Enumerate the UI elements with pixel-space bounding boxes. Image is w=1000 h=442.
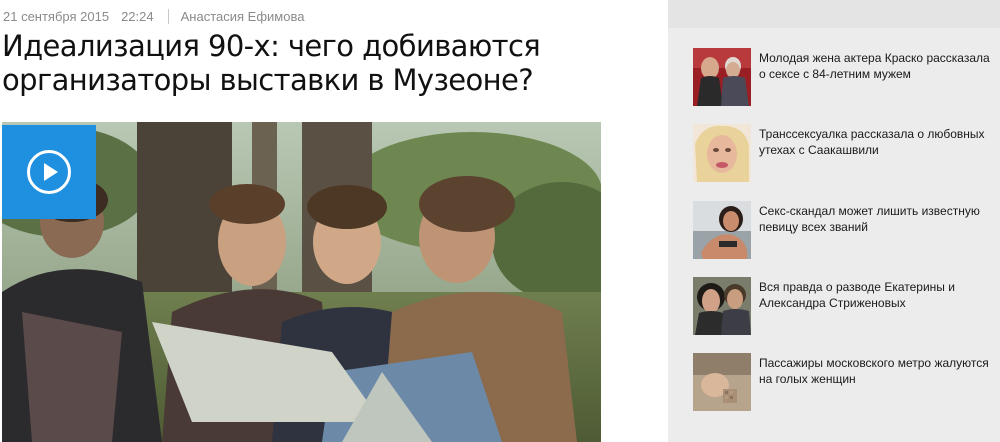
article: 21 сентября 2015 22:24 Анастасия Ефимова… [0,0,668,442]
sidebar-news-item[interactable]: Секс-скандал может лишить известную певи… [693,201,998,261]
sidebar-news-item[interactable]: Вся правда о разводе Екатерины и Алексан… [693,277,998,337]
sidebar-related-news: Молодая жена актера Краско рассказала о … [668,0,1000,442]
news-thumbnail [693,201,751,259]
news-headline[interactable]: Секс-скандал может лишить известную певи… [759,203,999,235]
news-thumbnail [693,353,751,411]
news-headline[interactable]: Вся правда о разводе Екатерины и Алексан… [759,279,999,311]
news-thumbnail [693,48,751,106]
sidebar-news-item[interactable]: Молодая жена актера Краско рассказала о … [693,48,998,108]
news-thumbnail [693,124,751,182]
video-play-button[interactable] [2,125,96,219]
sidebar-header-strip [668,0,1000,28]
play-circle-icon [27,150,71,194]
article-date: 21 сентября 2015 [3,8,110,24]
page: 21 сентября 2015 22:24 Анастасия Ефимова… [0,0,1000,442]
news-headline[interactable]: Молодая жена актера Краско рассказала о … [759,50,999,82]
article-meta: 21 сентября 2015 22:24 Анастасия Ефимова [3,6,304,26]
article-time: 22:24 [121,8,154,24]
sidebar-news-item[interactable]: Транссексуалка рассказала о любовных уте… [693,124,998,184]
article-author[interactable]: Анастасия Ефимова [181,9,305,24]
news-headline[interactable]: Пассажиры московского метро жалуются на … [759,355,999,387]
article-headline: Идеализация 90-х: чего добиваются органи… [2,29,541,97]
play-triangle-icon [44,163,58,181]
news-thumbnail [693,277,751,335]
sidebar-news-item[interactable]: Пассажиры московского метро жалуются на … [693,353,998,413]
news-headline[interactable]: Транссексуалка рассказала о любовных уте… [759,126,999,158]
meta-divider [167,8,169,24]
